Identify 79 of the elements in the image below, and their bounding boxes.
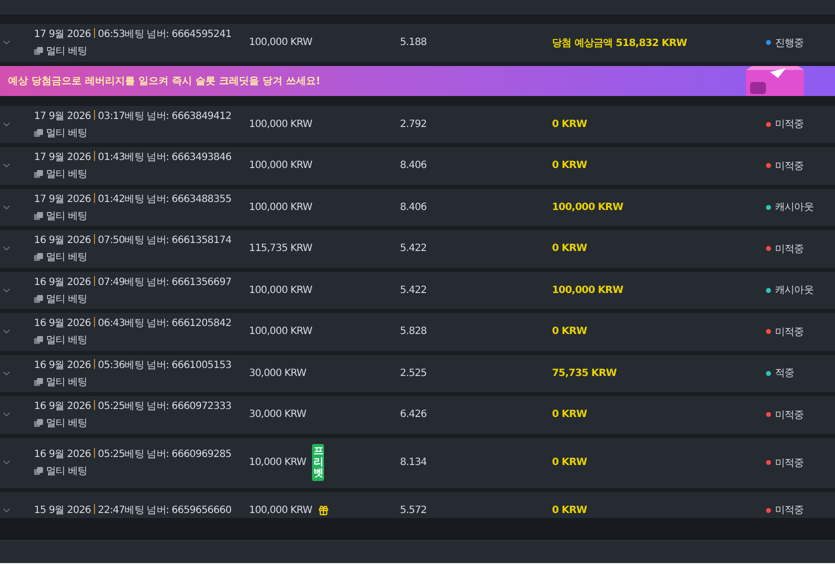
stake-amount: 100,000 KRW [249, 504, 312, 516]
bet-date-number: 16 9월 2026 05:25베팅 넘버: 6660972333 [34, 399, 232, 414]
bet-date-number: 17 9월 2026 03:17베팅 넘버: 6663849412 [34, 108, 232, 123]
payout-amount: 당첨 예상금액 518,832 KRW [552, 36, 688, 50]
stake-amount: 115,735 KRW [249, 243, 312, 254]
odds-value: 5.828 [400, 326, 428, 338]
stake-amount: 100,000 KRW [249, 326, 312, 338]
stake-amount: 100,000 KRW [249, 118, 312, 130]
status-label: 적중 [775, 367, 794, 380]
payout-amount: 0 KRW [552, 457, 588, 468]
status-label: 미적중 [775, 118, 804, 132]
bet-type: 멀티 베팅 [46, 45, 88, 58]
bet-type: 멀티 베팅 [46, 417, 88, 430]
bet-date-number: 16 9월 2026 05:36베팅 넘버: 6661005153 [34, 358, 232, 372]
bet-type: 멀티 베팅 [46, 465, 88, 478]
odds-value: 8.406 [400, 160, 428, 172]
odds-value: 8.406 [400, 202, 428, 213]
odds-value: 8.134 [400, 457, 428, 468]
stake-amount: 100,000 KRW [249, 37, 312, 48]
odds-value: 5.188 [400, 37, 428, 48]
odds-value: 2.792 [400, 118, 428, 130]
bet-date-number: 17 9월 2026 01:42베팅 넘버: 6663488355 [34, 192, 232, 206]
freebet-badge: 프리벳 [312, 444, 324, 481]
status-label: 미적중 [775, 160, 804, 173]
bet-date-number: 15 9월 2026 22:47베팅 넘버: 6659656660 [34, 503, 232, 518]
payout-amount: 0 KRW [552, 504, 588, 516]
odds-value: 5.572 [400, 504, 428, 516]
bet-type: 멀티 베팅 [46, 334, 88, 348]
tickets-icon [34, 47, 43, 56]
odds-value: 5.422 [400, 284, 428, 296]
status-label: 미적중 [775, 456, 804, 470]
status-label: 캐시아웃 [775, 201, 814, 214]
bet-date-number: 16 9월 2026 07:50베팅 넘버: 6661358174 [34, 233, 232, 248]
status-label: 진행중 [775, 36, 804, 50]
payout-amount: 100,000 KRW [552, 284, 624, 296]
tickets-icon [34, 294, 43, 303]
tickets-icon [34, 170, 43, 178]
tickets-icon [34, 128, 43, 137]
tickets-icon [34, 336, 43, 344]
status-label: 미적중 [775, 408, 804, 422]
tickets-icon [34, 467, 43, 475]
bet-date-number: 16 9월 2026 06:43베팅 넘버: 6661205842 [34, 316, 232, 330]
bet-type: 멀티 베팅 [46, 292, 88, 306]
payout-amount: 0 KRW [552, 326, 588, 338]
odds-value: 5.422 [400, 243, 428, 254]
banner-text: 예상 당첨금으로 레버리지를 일으켜 즉시 슬롯 크레딧을 당겨 쓰세요! [8, 74, 320, 88]
stake-amount: 30,000 KRW [249, 409, 306, 420]
promo-banner[interactable]: 예상 당첨금으로 레버리지를 일으켜 즉시 슬롯 크레딧을 당겨 쓰세요! [0, 66, 835, 96]
stake-amount: 100,000 KRW [249, 160, 312, 172]
status-label: 미적중 [775, 504, 804, 518]
status-label: 캐시아웃 [775, 284, 814, 298]
payout-amount: 0 KRW [552, 118, 588, 130]
bet-date-number: 17 9월 2026 06:53베팅 넘버: 6664595241 [34, 27, 232, 42]
stake-amount: 100,000 KRW [249, 284, 312, 296]
status-label: 미적중 [775, 326, 804, 339]
bet-date-number: 16 9월 2026 05:25베팅 넘버: 6660969285 [34, 447, 232, 461]
payout-amount: 0 KRW [552, 160, 588, 172]
bet-date-number: 16 9월 2026 07:49베팅 넘버: 6661356697 [34, 274, 232, 289]
payout-amount: 0 KRW [552, 243, 588, 254]
bet-type: 멀티 베팅 [46, 376, 88, 389]
tickets-icon [34, 419, 43, 428]
tickets-icon [34, 378, 43, 386]
odds-value: 6.426 [400, 409, 428, 420]
bet-type: 멀티 베팅 [46, 168, 88, 182]
stake-amount: 10,000 KRW [249, 457, 306, 468]
payout-amount: 100,000 KRW [552, 202, 624, 213]
bet-date-number: 17 9월 2026 01:43베팅 넘버: 6663493846 [34, 150, 232, 164]
tickets-icon [34, 212, 43, 220]
tickets-icon [34, 253, 43, 262]
bet-type: 멀티 베팅 [46, 126, 88, 140]
stake-amount: 30,000 KRW [249, 368, 306, 379]
payout-amount: 0 KRW [552, 409, 588, 420]
bet-type: 멀티 베팅 [46, 210, 88, 223]
status-label: 미적중 [775, 242, 804, 256]
bet-type: 멀티 베팅 [46, 251, 88, 264]
gift-icon [318, 504, 330, 516]
odds-value: 2.525 [400, 368, 428, 379]
payout-amount: 75,735 KRW [552, 368, 618, 379]
stake-amount: 100,000 KRW [249, 202, 312, 213]
